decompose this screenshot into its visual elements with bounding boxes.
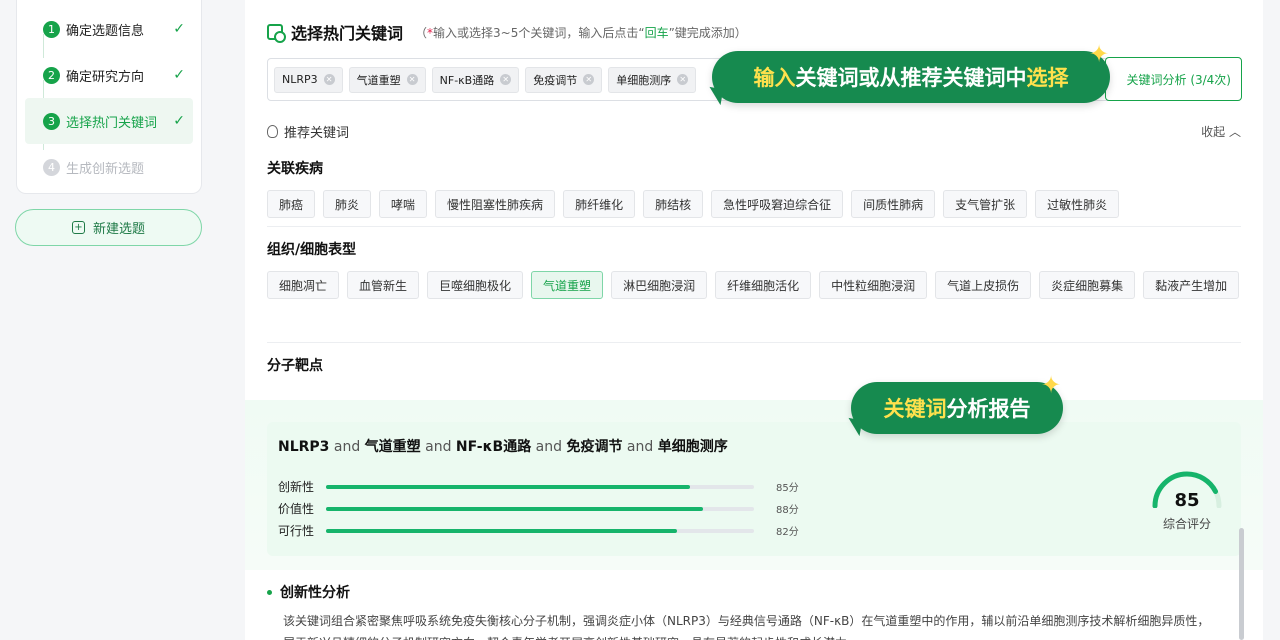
remove-tag-icon[interactable]: ✕ bbox=[406, 74, 418, 85]
keyword-tag[interactable]: 气道重塑 ✕ bbox=[348, 66, 426, 93]
steps-panel: 1 确定选题信息 ✓ 2 确定研究方向 ✓ 3 选择热门关键词 ✓ 4 生成创新… bbox=[16, 0, 202, 194]
keyword-chip[interactable]: 中性粒细胞浸润 bbox=[819, 271, 928, 299]
section-title: 关联疾病 bbox=[267, 161, 323, 177]
keyword-tag[interactable]: 单细胞测序 ✕ bbox=[608, 66, 697, 93]
step-label: 选择热门关键词 bbox=[66, 115, 158, 131]
remove-tag-icon[interactable]: ✕ bbox=[500, 74, 512, 85]
section-diseases: 关联疾病 肺癌 肺炎 哮喘 慢性阻塞性肺疾病 肺纤维化 肺结核 急性呼吸窘迫综合… bbox=[267, 158, 1241, 218]
keyword-chip[interactable]: 肺纤维化 bbox=[563, 190, 636, 218]
keyword-chip[interactable]: 过敏性肺炎 bbox=[1035, 190, 1120, 218]
step-label: 确定选题信息 bbox=[66, 23, 145, 39]
section-header: 选择热门关键词 （*输入或选择3~5个关键词，输入后点击“回车”键完成添加） bbox=[267, 20, 747, 44]
overall-score-gauge: 85 综合评分 bbox=[1147, 468, 1227, 538]
keyword-chip[interactable]: 支气管扩张 bbox=[943, 190, 1028, 218]
section-title: 组织/细胞表型 bbox=[267, 242, 357, 258]
add-icon: + bbox=[71, 221, 85, 234]
step-number: 4 bbox=[43, 158, 60, 176]
keyword-chip[interactable]: 气道上皮损伤 bbox=[935, 271, 1032, 299]
divider bbox=[267, 226, 1241, 227]
chip-list: 细胞凋亡 血管新生 巨噬细胞极化 气道重塑 淋巴细胞浸润 纤维细胞活化 中性粒细… bbox=[267, 271, 1241, 299]
sparkle-icon: ✦ bbox=[1089, 40, 1110, 68]
lightbulb-icon bbox=[267, 125, 278, 138]
keyword-list-icon bbox=[267, 24, 286, 43]
sparkle-icon: ✦ bbox=[1041, 371, 1062, 399]
keyword-tag[interactable]: NF-κB通路 ✕ bbox=[431, 66, 520, 93]
instruction-banner: 输入 关键词或从推荐关键词中 选择 bbox=[712, 51, 1110, 103]
metric-feasibility: 可行性 82分 bbox=[278, 524, 799, 538]
section-phenotypes: 组织/细胞表型 细胞凋亡 血管新生 巨噬细胞极化 气道重塑 淋巴细胞浸润 纤维细… bbox=[267, 239, 1241, 299]
divider bbox=[267, 342, 1241, 343]
recommend-header: 推荐关键词 收起 ︿ bbox=[267, 122, 1241, 141]
keyword-chip[interactable]: 肺癌 bbox=[267, 190, 316, 218]
report-summary-card: NLRP3 and 气道重塑 and NF-κB通路 and 免疫调节 and … bbox=[267, 422, 1241, 556]
keyword-chip[interactable]: 淋巴细胞浸润 bbox=[611, 271, 708, 299]
step-label: 确定研究方向 bbox=[66, 69, 145, 85]
scrollbar[interactable] bbox=[1239, 528, 1244, 640]
metric-value: 价值性 88分 bbox=[278, 502, 799, 516]
score-bar bbox=[326, 528, 754, 533]
collapse-toggle[interactable]: 收起 ︿ bbox=[1201, 123, 1241, 140]
overall-score-label: 综合评分 bbox=[1162, 517, 1211, 531]
keyword-chip[interactable]: 间质性肺病 bbox=[851, 190, 936, 218]
score-bar bbox=[326, 484, 754, 489]
remove-tag-icon[interactable]: ✕ bbox=[323, 74, 335, 85]
chip-list: 肺癌 肺炎 哮喘 慢性阻塞性肺疾病 肺纤维化 肺结核 急性呼吸窘迫综合征 间质性… bbox=[267, 190, 1241, 218]
step-label: 生成创新选题 bbox=[66, 161, 145, 177]
step-number: 1 bbox=[43, 20, 60, 38]
remove-tag-icon[interactable]: ✕ bbox=[583, 74, 595, 85]
keyword-tag[interactable]: NLRP3 ✕ bbox=[274, 66, 343, 93]
keyword-chip[interactable]: 急性呼吸窘迫综合征 bbox=[711, 190, 844, 218]
keyword-chip[interactable]: 纤维细胞活化 bbox=[715, 271, 812, 299]
step-4: 4 生成创新选题 bbox=[25, 144, 193, 190]
keyword-tag[interactable]: 免疫调节 ✕ bbox=[525, 66, 603, 93]
keyword-query: NLRP3 and 气道重塑 and NF-κB通路 and 免疫调节 and … bbox=[278, 439, 728, 455]
new-topic-button[interactable]: + 新建选题 bbox=[15, 209, 202, 246]
step-2[interactable]: 2 确定研究方向 ✓ bbox=[25, 52, 193, 98]
keyword-chip-selected[interactable]: 气道重塑 bbox=[531, 271, 604, 299]
section-title: 分子靶点 bbox=[267, 358, 323, 374]
input-hint: （*输入或选择3~5个关键词，输入后点击“回车”键完成添加） bbox=[415, 25, 747, 40]
check-icon: ✓ bbox=[173, 67, 185, 83]
analysis-report: NLRP3 and 气道重塑 and NF-κB通路 and 免疫调节 and … bbox=[245, 373, 1263, 640]
keyword-chip[interactable]: 细胞凋亡 bbox=[267, 271, 340, 299]
keyword-chip[interactable]: 炎症细胞募集 bbox=[1039, 271, 1136, 299]
keyword-chip[interactable]: 肺结核 bbox=[643, 190, 704, 218]
keyword-chip[interactable]: 黏液产生增加 bbox=[1143, 271, 1240, 299]
score-bar bbox=[326, 506, 754, 511]
remove-tag-icon[interactable]: ✕ bbox=[677, 74, 689, 85]
recommend-label: 推荐关键词 bbox=[284, 126, 350, 141]
report-banner: 关键词 分析报告 bbox=[851, 382, 1063, 434]
chevron-up-icon: ︿ bbox=[1228, 125, 1241, 139]
keyword-chip[interactable]: 慢性阻塞性肺疾病 bbox=[435, 190, 556, 218]
keyword-chip[interactable]: 哮喘 bbox=[379, 190, 428, 218]
analysis-title: 创新性分析 bbox=[267, 582, 350, 602]
new-topic-label: 新建选题 bbox=[92, 222, 145, 237]
keyword-chip[interactable]: 肺炎 bbox=[323, 190, 372, 218]
step-1[interactable]: 1 确定选题信息 ✓ bbox=[25, 6, 193, 52]
check-icon: ✓ bbox=[173, 21, 185, 37]
keyword-analysis-button[interactable]: 关键词分析 (3/4次) bbox=[1105, 57, 1242, 101]
analysis-text: 该关键词组合紧密聚焦呼吸系统免疫失衡核心分子机制，强调炎症小体（NLRP3）与经… bbox=[283, 614, 1210, 640]
bullet-dot bbox=[267, 589, 272, 595]
keyword-chip[interactable]: 巨噬细胞极化 bbox=[427, 271, 524, 299]
page-title: 选择热门关键词 bbox=[291, 24, 404, 43]
step-number: 3 bbox=[43, 112, 60, 130]
keyword-chip[interactable]: 血管新生 bbox=[347, 271, 420, 299]
step-3[interactable]: 3 选择热门关键词 ✓ bbox=[25, 98, 193, 144]
page: 1 确定选题信息 ✓ 2 确定研究方向 ✓ 3 选择热门关键词 ✓ 4 生成创新… bbox=[0, 0, 1280, 640]
main-panel: 选择热门关键词 （*输入或选择3~5个关键词，输入后点击“回车”键完成添加） N… bbox=[245, 0, 1263, 640]
metric-innovation: 创新性 85分 bbox=[278, 480, 799, 494]
check-icon: ✓ bbox=[173, 113, 185, 129]
section-targets: 分子靶点 bbox=[267, 355, 1241, 387]
step-number: 2 bbox=[43, 66, 60, 84]
overall-score: 85 bbox=[1174, 490, 1200, 511]
